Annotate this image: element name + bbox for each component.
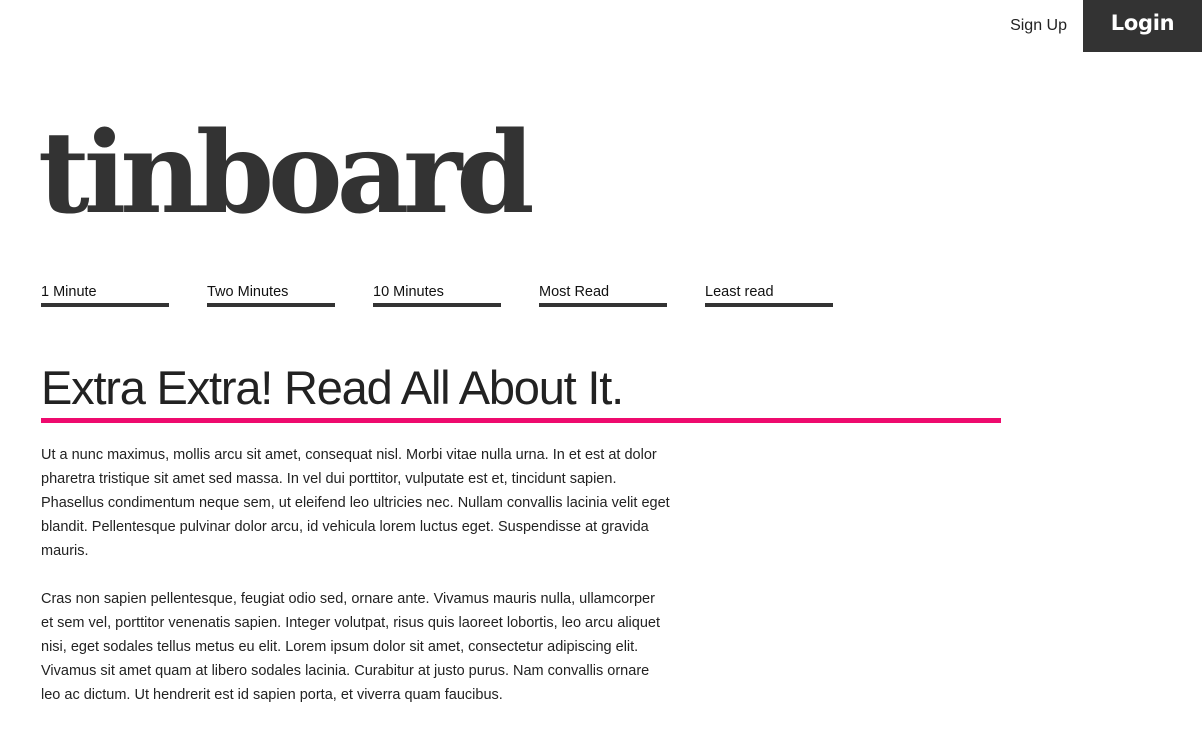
article-body: Ut a nunc maximus, mollis arcu sit amet,… xyxy=(41,443,671,731)
nav-item-10-minutes[interactable]: 10 Minutes xyxy=(373,284,501,307)
top-bar: Sign Up Login xyxy=(1010,0,1202,52)
login-button[interactable]: Login xyxy=(1083,0,1202,52)
nav-item-least-read[interactable]: Least read xyxy=(705,284,833,307)
article-paragraph: Cras non sapien pellentesque, feugiat od… xyxy=(41,591,660,703)
nav-item-two-minutes[interactable]: Two Minutes xyxy=(207,284,335,307)
sign-up-link[interactable]: Sign Up xyxy=(1010,0,1083,52)
article-headline: Extra Extra! Read All About It. xyxy=(41,360,1001,423)
nav-item-1-minute[interactable]: 1 Minute xyxy=(41,284,169,307)
nav-item-most-read[interactable]: Most Read xyxy=(539,284,667,307)
reading-time-nav: 1 Minute Two Minutes 10 Minutes Most Rea… xyxy=(41,284,871,307)
site-logo[interactable]: tinboard xyxy=(38,118,535,230)
article-paragraph: Ut a nunc maximus, mollis arcu sit amet,… xyxy=(41,447,670,559)
